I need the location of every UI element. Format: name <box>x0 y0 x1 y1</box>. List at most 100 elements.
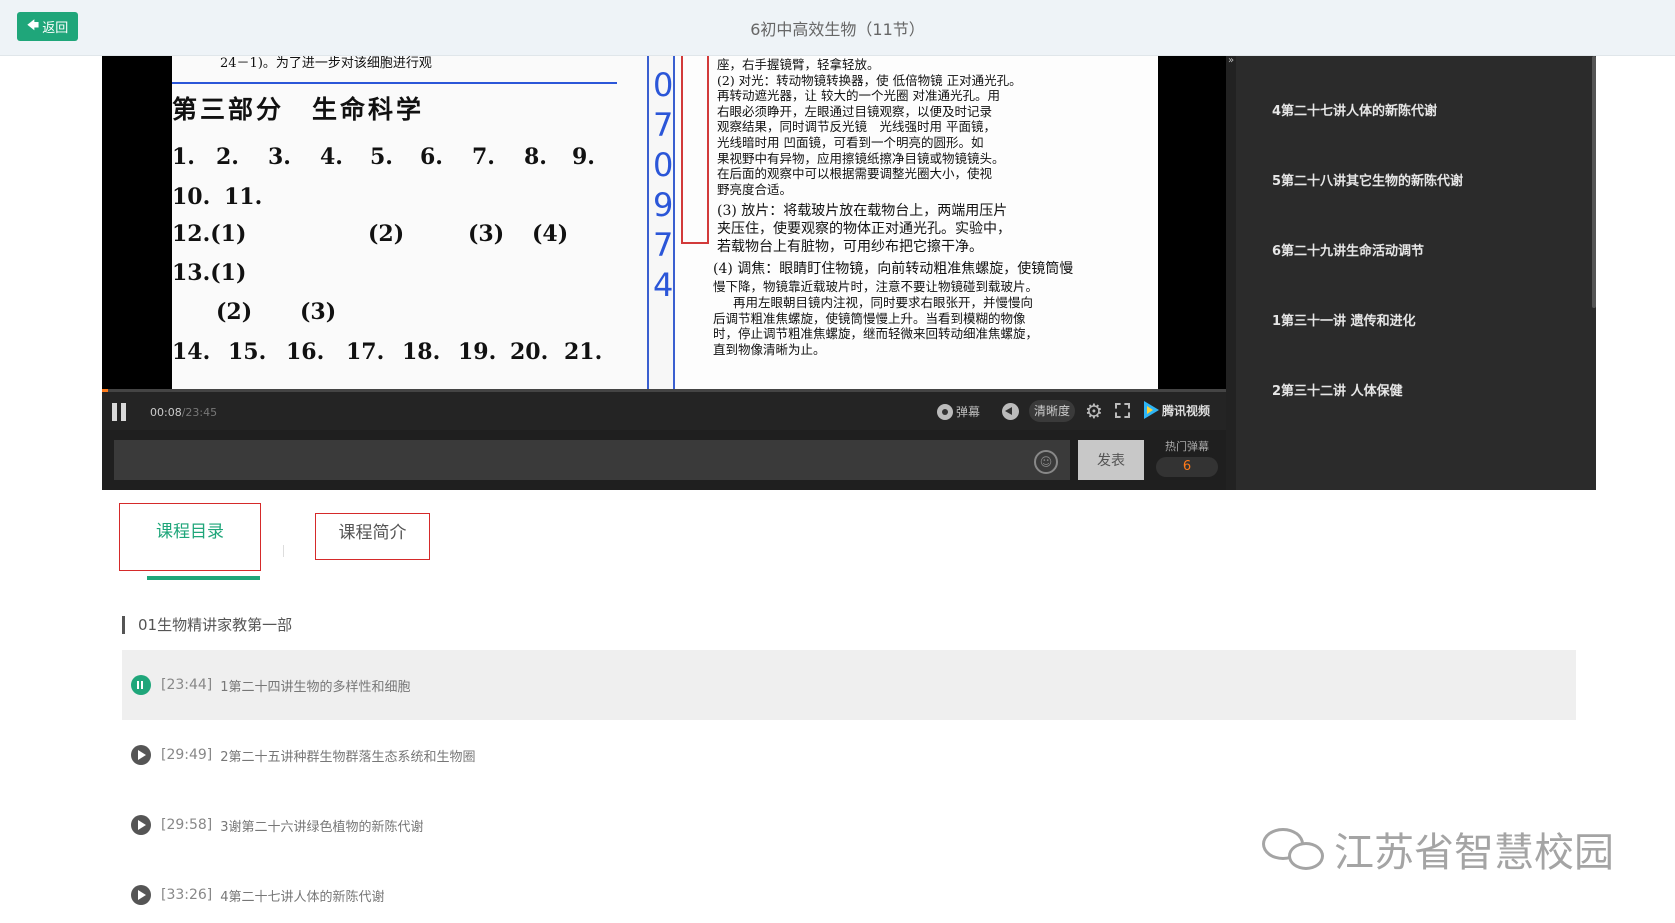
slide-number: 10. <box>172 184 211 210</box>
hot-danmu-button[interactable]: 热门弹幕 6 <box>1156 438 1218 482</box>
lesson-name: 4第二十七讲人体的新陈代谢 <box>220 889 385 905</box>
total-time: /23:45 <box>181 406 218 419</box>
slide-left-page: 24－1)。为了进一步对该细胞进行观 第三部分 生命科学 1. 2. 3. 4. 5. 6… <box>172 56 647 389</box>
sidebar-item-1[interactable]: 4第二十七讲人体的新陈代谢 <box>1272 100 1437 119</box>
toggle-icon <box>937 403 953 420</box>
slide-number: 8. <box>524 144 547 170</box>
lesson-duration: [29:58] <box>161 817 213 833</box>
strip-digit: 4 <box>653 266 674 304</box>
sidebar-item-5[interactable]: 2第三十二讲 人体保健 <box>1272 380 1403 399</box>
quality-button[interactable]: 清晰度 <box>1029 400 1076 422</box>
slide-number: (4) <box>532 221 569 247</box>
slide-number: 9. <box>572 144 595 170</box>
sidebar-item-4[interactable]: 1第三十一讲 遗传和进化 <box>1272 310 1416 329</box>
slide-number: 17. <box>346 339 385 365</box>
sidebar-scrollbar[interactable] <box>1592 56 1596 308</box>
sidebar-item-3[interactable]: 6第二十九讲生命活动调节 <box>1272 240 1424 259</box>
player-controls: 00:08/23:45 弹幕 清晰度 ⚙ 腾讯视频 <box>102 392 1226 430</box>
danmu-input[interactable] <box>114 440 1070 480</box>
collapse-icon[interactable]: » <box>1228 55 1234 66</box>
slide-right-page: 座，右手握镜臂，轻拿轻放。 (2) 对光：转动物镜转换器，使 低倍物镜 正对通光孔… <box>675 56 1158 389</box>
slide-heading: 第三部分 生命科学 <box>172 95 425 124</box>
strip-digit: 0 <box>653 66 674 104</box>
brand-label: 腾讯视频 <box>1162 403 1211 418</box>
fullscreen-icon[interactable] <box>1115 403 1130 418</box>
slide-text-line: 直到物像清晰为止。 <box>713 341 826 357</box>
current-time: 00:08 <box>150 406 182 419</box>
danmu-toggle[interactable]: 弹幕 <box>937 403 980 420</box>
slide-number: 5. <box>370 144 393 170</box>
danmu-toggle-label: 弹幕 <box>956 405 981 419</box>
strip-digit: 0 <box>653 146 674 184</box>
tab-active-underline <box>147 576 260 580</box>
slide-text-line: 野亮度合适。 <box>717 181 793 197</box>
lesson-name: 3谢第二十六讲绿色植物的新陈代谢 <box>220 819 424 835</box>
strip-digit: 9 <box>653 186 674 224</box>
lesson-item[interactable]: [29:49] 2第二十五讲种群生物群落生态系统和生物圈 <box>122 720 1576 790</box>
lesson-name: 1第二十四讲生物的多样性和细胞 <box>220 679 411 695</box>
wechat-icon <box>1262 824 1328 874</box>
slide-number: (3) <box>468 221 505 247</box>
emoji-icon[interactable]: ☺ <box>1034 450 1058 474</box>
pause-circle-icon <box>131 675 151 695</box>
tencent-play-icon <box>1144 401 1159 419</box>
gear-icon[interactable]: ⚙ <box>1085 399 1103 423</box>
slide-rule <box>172 82 617 84</box>
slide-text-line: 若载物台上有脏物，可用纱布把它擦干净。 <box>717 239 983 256</box>
top-header: 🡄 返回 6初中高效生物（11节） <box>0 0 1675 56</box>
slide-number: 2. <box>216 144 239 170</box>
section-title: 01生物精讲家教第一部 <box>122 616 292 634</box>
tencent-video-logo[interactable]: 腾讯视频 <box>1144 401 1210 419</box>
slide-number: 3. <box>268 144 291 170</box>
strip-digit: 7 <box>653 106 674 144</box>
slide-number: 20. <box>510 339 549 365</box>
sidebar-item-2[interactable]: 5第二十八讲其它生物的新陈代谢 <box>1272 170 1463 189</box>
slide-top-line: 24－1)。为了进一步对该细胞进行观 <box>220 56 432 71</box>
slide-number: (2) <box>368 221 405 247</box>
tab-course-intro[interactable]: 课程简介 <box>315 513 430 560</box>
slide-number: 18. <box>402 339 441 365</box>
lesson-duration: [33:26] <box>161 887 213 903</box>
slide-number: 19. <box>458 339 497 365</box>
video-frame[interactable]: 24－1)。为了进一步对该细胞进行观 第三部分 生命科学 1. 2. 3. 4. 5. 6… <box>102 56 1226 389</box>
slide-red-frame <box>681 56 709 244</box>
slide-number: (3) <box>300 299 337 325</box>
tab-course-catalog[interactable]: 课程目录 <box>119 503 261 571</box>
slide-text-line: 夹压住，使要观察的物体正对通光孔。实验中， <box>717 221 1011 238</box>
time-display: 00:08/23:45 <box>150 406 217 419</box>
slide-number: 1. <box>172 144 195 170</box>
lesson-duration: [23:44] <box>161 677 213 693</box>
lesson-name: 2第二十五讲种群生物群落生态系统和生物圈 <box>220 749 476 765</box>
watermark-text: 江苏省智慧校园 <box>1334 830 1614 876</box>
video-player: 24－1)。为了进一步对该细胞进行观 第三部分 生命科学 1. 2. 3. 4. 5. 6… <box>102 55 1596 490</box>
flame-icon: 6 <box>1156 457 1218 477</box>
slide-strip: 070974 <box>647 56 675 389</box>
play-circle-icon <box>131 745 151 765</box>
play-circle-icon <box>131 815 151 835</box>
send-danmu-button[interactable]: 发表 <box>1078 440 1144 480</box>
slide-number: 15. <box>228 339 267 365</box>
pause-icon[interactable] <box>112 403 128 421</box>
hot-danmu-label: 热门弹幕 <box>1165 440 1209 453</box>
slide-number: 14. <box>172 339 211 365</box>
slide-number: 13.(1) <box>172 260 247 286</box>
slide-number: 6. <box>420 144 443 170</box>
slide-text-line: (4) 调焦：眼睛盯住物镜，向前转动粗准焦螺旋，使镜筒慢 <box>713 261 1074 278</box>
volume-icon[interactable] <box>1002 403 1019 420</box>
slide-number: 4. <box>320 144 343 170</box>
playlist-sidebar: » 4第二十七讲人体的新陈代谢 5第二十八讲其它生物的新陈代谢 6第二十九讲生命… <box>1226 55 1596 490</box>
strip-digit: 7 <box>653 226 674 264</box>
slide-number: 21. <box>564 339 603 365</box>
danmu-bar: ☺ 发表 热门弹幕 6 <box>102 430 1226 490</box>
slide-number: 11. <box>224 184 263 210</box>
lesson-duration: [29:49] <box>161 747 213 763</box>
slide-number: 16. <box>286 339 325 365</box>
lesson-item[interactable]: [23:44] 1第二十四讲生物的多样性和细胞 <box>122 650 1576 720</box>
slide-text-line: (3) 放片：将载玻片放在载物台上，两端用压片 <box>717 203 1008 220</box>
watermark: 江苏省智慧校园 <box>1262 820 1614 878</box>
slide-number: 7. <box>472 144 495 170</box>
play-circle-icon <box>131 885 151 905</box>
slide-number: (2) <box>216 299 253 325</box>
slide-number: 12.(1) <box>172 221 247 247</box>
tab-divider <box>283 545 284 557</box>
